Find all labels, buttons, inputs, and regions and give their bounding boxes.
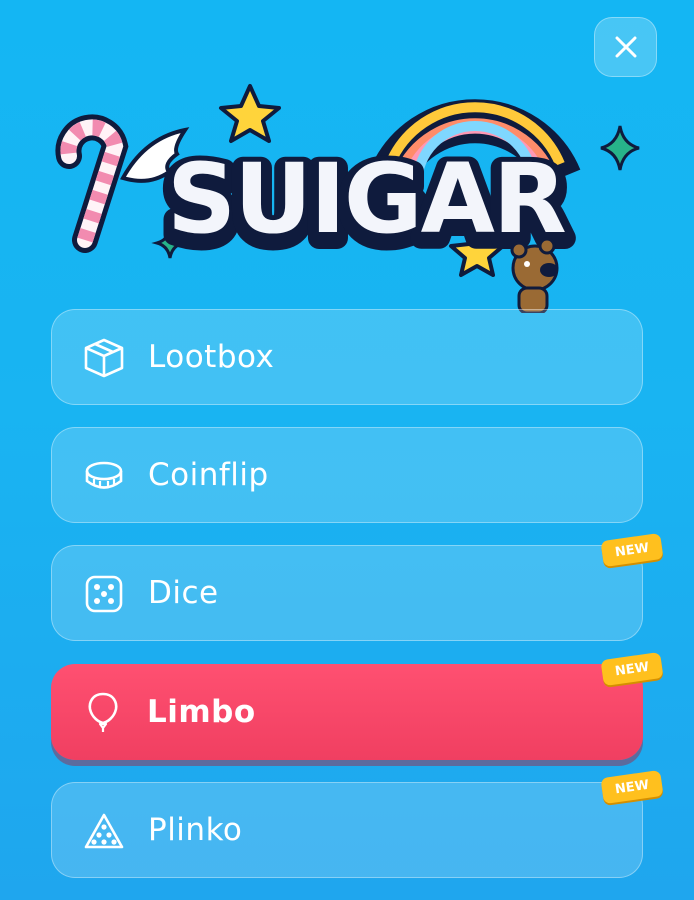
suigar-logo: SUIGAR SUIGAR [45, 68, 655, 315]
menu-item-plinko[interactable]: Plinko [51, 782, 643, 878]
menu-item-coinflip[interactable]: Coinflip [51, 427, 643, 523]
close-icon [615, 36, 636, 58]
menu-item-limbo[interactable]: Limbo [51, 664, 643, 760]
box-icon [84, 338, 124, 378]
new-badge: NEW [600, 651, 664, 687]
mascot-icon [510, 237, 559, 315]
dice-icon [85, 575, 123, 613]
menu-item-label: Limbo [147, 694, 256, 730]
logo-text-fill: SUIGAR [167, 143, 565, 255]
coin-icon [85, 461, 123, 489]
plinko-icon [84, 813, 124, 849]
menu-item-label: Coinflip [148, 457, 269, 493]
new-badge: NEW [600, 532, 664, 568]
menu-item-lootbox[interactable]: Lootbox [51, 309, 643, 405]
new-badge: NEW [600, 769, 664, 805]
menu-item-label: Lootbox [148, 339, 275, 375]
menu-item-label: Plinko [148, 812, 243, 848]
menu-item-dice[interactable]: Dice [51, 545, 643, 641]
candy-cane-icon [55, 114, 129, 253]
balloon-icon [88, 692, 118, 732]
menu-item-label: Dice [148, 575, 219, 611]
